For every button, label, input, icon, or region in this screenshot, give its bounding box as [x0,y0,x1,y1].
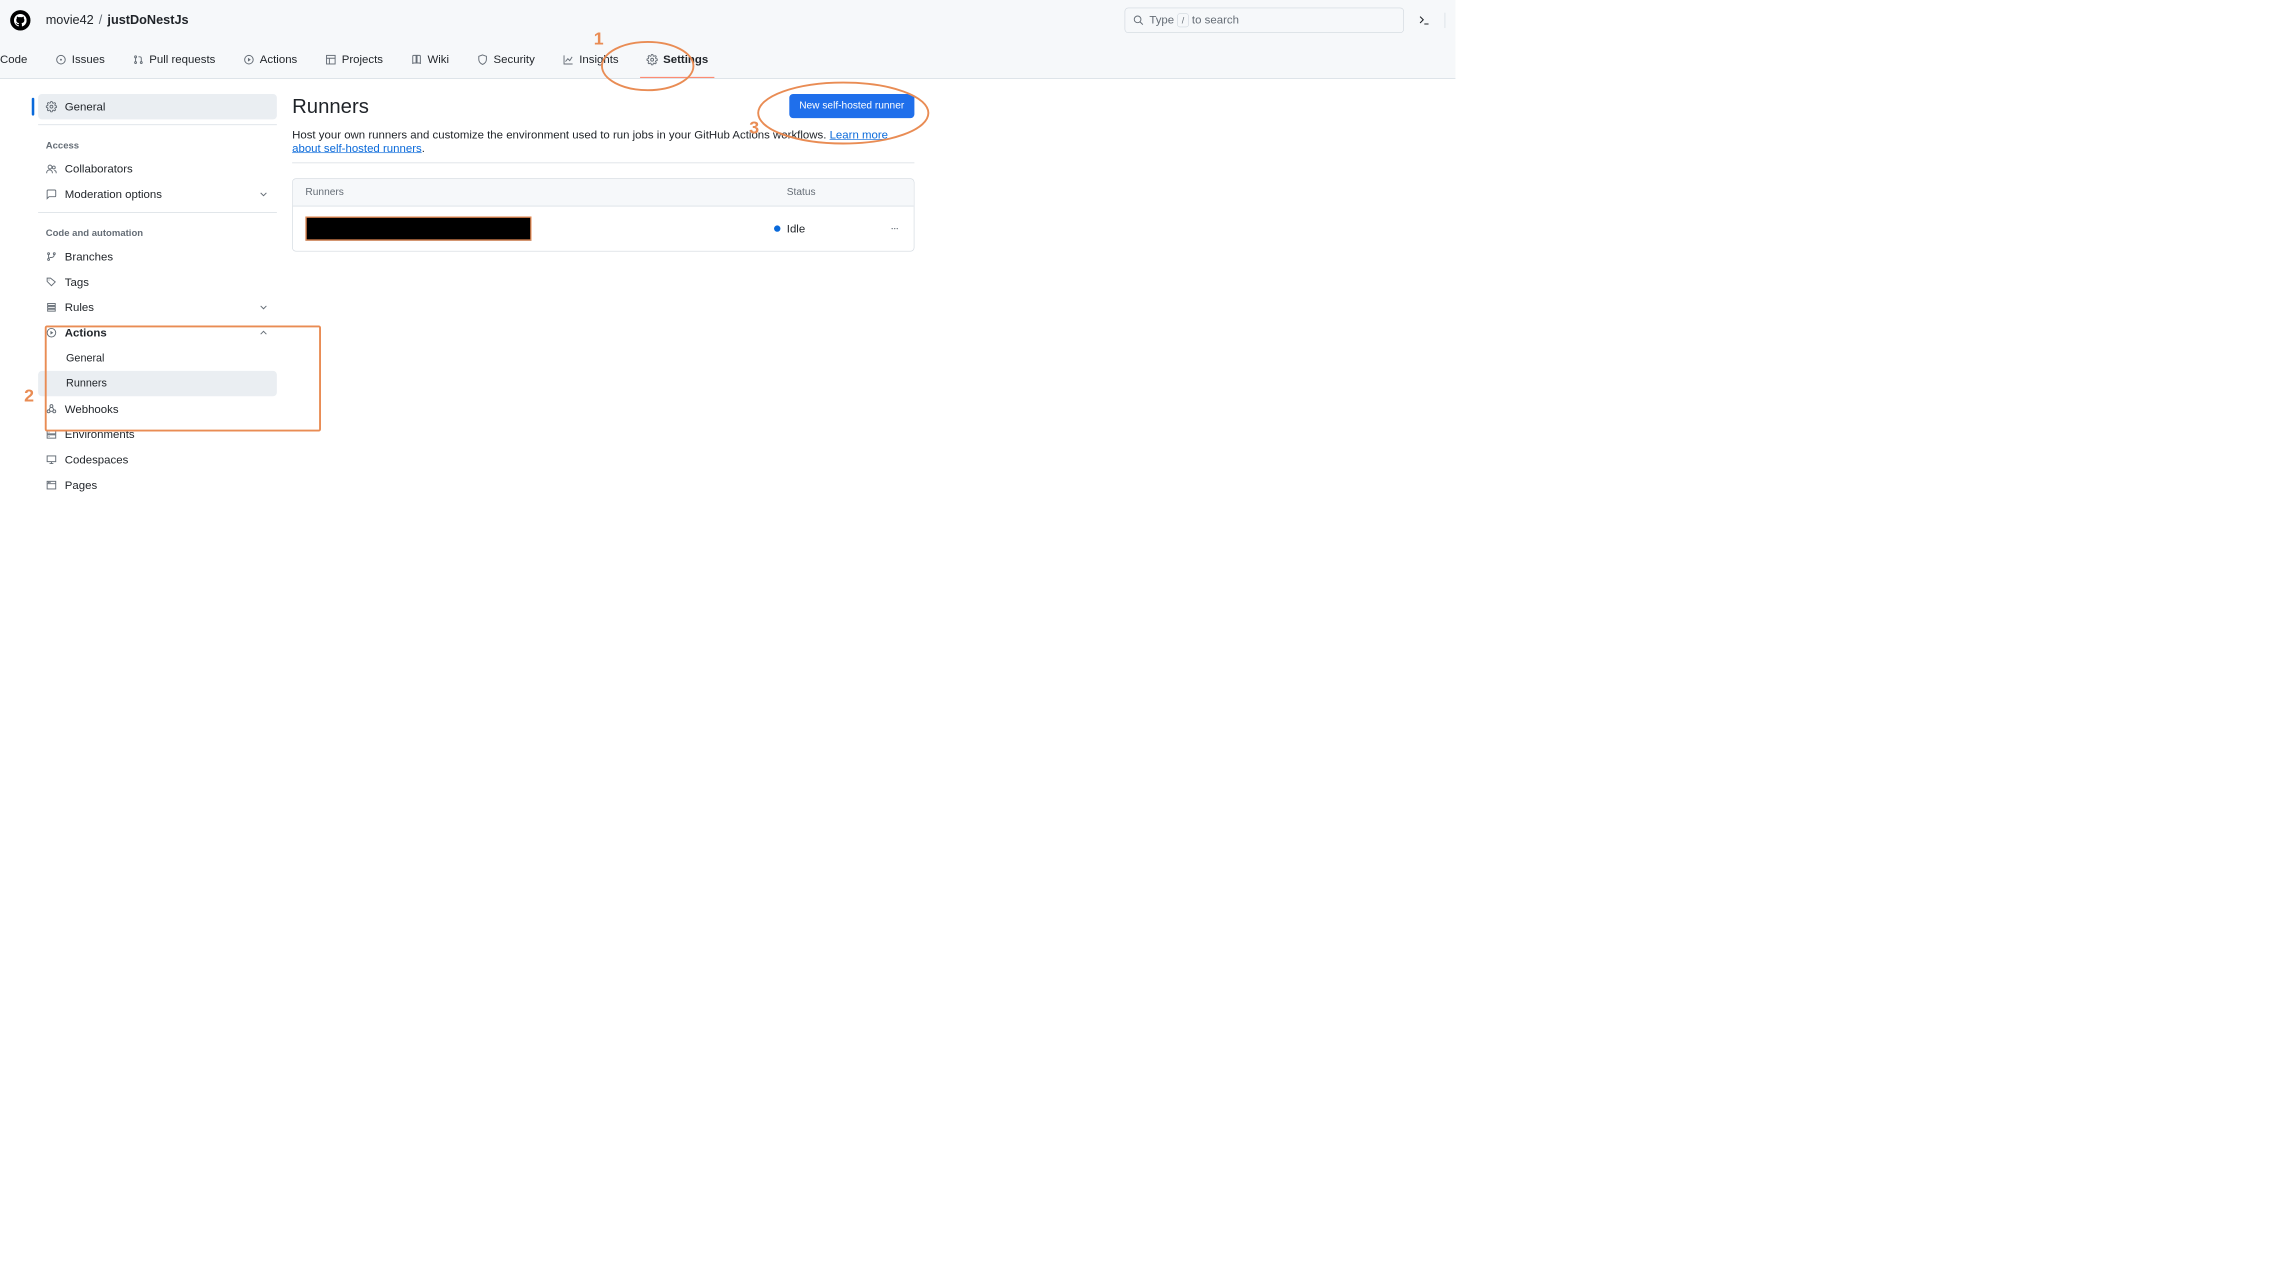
terminal-icon [1418,14,1431,27]
search-icon [1133,15,1144,26]
tab-issues[interactable]: Issues [49,41,111,78]
sidebar-item-tags[interactable]: Tags [38,269,277,294]
stack-icon [46,302,57,313]
repo-owner[interactable]: movie42 [46,13,94,28]
status-text: Idle [787,222,805,235]
gear-icon [46,101,57,112]
runners-description: Host your own runners and customize the … [292,128,914,155]
slash-key-icon: / [1177,13,1188,27]
sidebar-item-actions-general[interactable]: General [38,345,277,370]
codespaces-icon [46,454,57,465]
gear-icon [647,54,658,65]
sidebar-item-actions-runners[interactable]: Runners [38,371,277,396]
page-title: Runners [292,94,369,117]
webhook-icon [46,403,57,414]
breadcrumb-separator: / [99,13,103,28]
chevron-up-icon [258,327,269,338]
chevron-down-icon [258,189,269,200]
table-header-runners: Runners [305,187,786,198]
sidebar-item-collaborators[interactable]: Collaborators [38,156,277,181]
sidebar-item-codespaces[interactable]: Codespaces [38,447,277,472]
tab-code[interactable]: Code [0,41,34,78]
status-dot-icon [774,225,780,231]
kebab-horizontal-icon [890,224,900,234]
tab-actions[interactable]: Actions [237,41,304,78]
search-input[interactable]: Type / to search [1125,8,1404,33]
tab-insights[interactable]: Insights [556,41,625,78]
table-header-status: Status [787,187,901,198]
comment-icon [46,189,57,200]
row-actions-menu-button[interactable] [888,222,901,235]
tab-wiki[interactable]: Wiki [405,41,456,78]
search-placeholder: Type / to search [1149,13,1239,27]
browser-icon [46,479,57,490]
sidebar-item-webhooks[interactable]: Webhooks [38,396,277,421]
sidebar-item-moderation[interactable]: Moderation options [38,182,277,207]
tab-settings[interactable]: Settings [640,41,714,78]
sidebar-item-pages[interactable]: Pages [38,472,277,497]
section-header-access: Access [38,130,277,156]
github-logo-icon[interactable] [10,10,30,30]
tab-projects[interactable]: Projects [319,41,390,78]
server-icon [46,429,57,440]
repo-name[interactable]: justDoNestJs [107,13,188,28]
branch-icon [46,251,57,262]
tag-icon [46,276,57,287]
chevron-down-icon [258,302,269,313]
section-header-code: Code and automation [38,218,277,244]
sidebar-item-branches[interactable]: Branches [38,244,277,269]
table-row[interactable]: Idle [293,206,914,250]
tab-pull-requests[interactable]: Pull requests [126,41,221,78]
command-palette-button[interactable] [1412,8,1437,33]
new-self-hosted-runner-button[interactable]: New self-hosted runner [789,94,914,118]
runner-name-redacted [305,217,531,241]
tab-security[interactable]: Security [471,41,542,78]
play-circle-icon [46,327,57,338]
sidebar-item-environments[interactable]: Environments [38,422,277,447]
sidebar-item-general[interactable]: General [38,94,277,119]
people-icon [46,163,57,174]
sidebar-item-rules[interactable]: Rules [38,295,277,320]
breadcrumb: movie42 / justDoNestJs [46,13,189,28]
sidebar-item-actions[interactable]: Actions [38,320,277,345]
